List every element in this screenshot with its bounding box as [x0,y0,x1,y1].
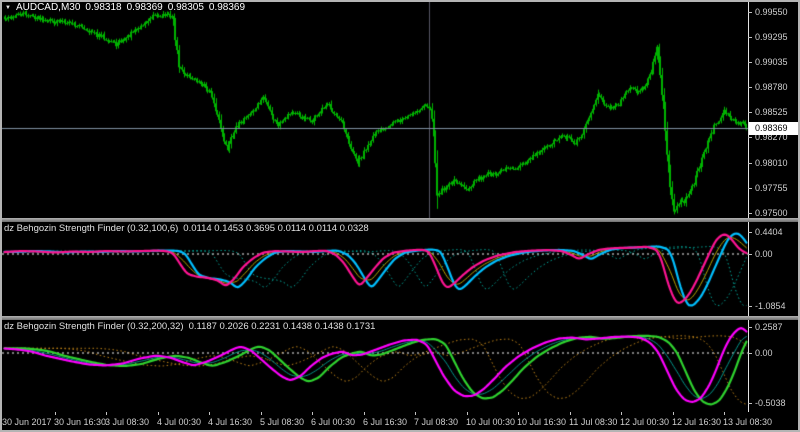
panel-splitter-2[interactable] [0,316,800,320]
axis-price-label: 0.2587 [755,322,783,332]
main-price-chart[interactable] [2,2,748,218]
ohlc-close: 0.98369 [208,2,246,13]
axis-price-label: -0.5038 [755,398,786,408]
axis-tick-mark [748,163,752,164]
axis-price-label: 0.97500 [755,208,788,218]
mt4-chart-window: ▼ AUDCAD,M30 0.98318 0.98369 0.98305 0.9… [0,0,800,432]
frame-left [0,0,2,432]
axis-tick-mark [748,403,752,404]
axis-price-label: 0.97755 [755,183,788,193]
time-tick-mark [724,412,725,415]
axis-tick-mark [748,213,752,214]
chart-ohlc-header: ▼ AUDCAD,M30 0.98318 0.98369 0.98305 0.9… [5,2,245,13]
time-tick-mark [467,412,468,415]
time-tick-mark [106,412,107,415]
indicator2-header: dz Behgozin Strength Finder (0.32,200,32… [4,321,375,332]
axis-tick-mark [748,232,752,233]
axis-tick-mark [748,327,752,328]
time-axis-label: 5 Jul 08:30 [260,417,305,427]
time-tick-mark [518,412,519,415]
time-axis-label: 30 Jun 16:30 [54,417,107,427]
time-axis-label: 12 Jul 00:30 [620,417,670,427]
axis-tick-mark [748,87,752,88]
axis-price-label: 0.99295 [755,32,788,42]
time-tick-mark [312,412,313,415]
time-axis-label: 6 Jul 00:30 [311,417,356,427]
axis-tick-mark [748,353,752,354]
symbol-dropdown-icon[interactable]: ▼ [5,3,11,13]
ohlc-high: 0.98369 [126,2,163,13]
time-tick-mark [55,412,56,415]
indicator1-header: dz Behgozin Strength Finder (0.32,100,6)… [4,223,369,234]
axis-price-label: 0.98780 [755,82,788,92]
current-price-tag: 0.98369 [749,122,798,135]
time-axis-label: 12 Jul 16:30 [672,417,722,427]
time-axis[interactable]: 30 Jun 2017 30 Jun 16:30 3 Jul 08:30 4 Jul … [0,412,800,430]
axis-tick-mark [748,306,752,307]
axis-price-label: 0.00 [755,249,773,259]
time-tick-mark [209,412,210,415]
panel-splitter-1[interactable] [0,218,800,222]
time-axis-label: 3 Jul 08:30 [105,417,150,427]
time-axis-label: 13 Jul 08:30 [723,417,773,427]
time-tick-mark [621,412,622,415]
time-tick-mark [158,412,159,415]
indicator2-chart[interactable] [2,320,748,412]
axis-price-label: 0.98525 [755,107,788,117]
ohlc-low: 0.98305 [167,2,204,13]
axis-tick-mark [748,37,752,38]
frame-top [0,0,800,2]
axis-price-label: 0.4404 [755,227,783,237]
indicator1-values: 0.0114 0.1453 0.3695 0.0114 0.0114 0.032… [183,223,369,234]
axis-price-label: 0.98010 [755,158,788,168]
time-axis-label: 10 Jul 16:30 [517,417,567,427]
symbol-timeframe-label: AUDCAD,M30 [15,2,81,13]
axis-price-label: 0.99035 [755,57,788,67]
axis-tick-mark [748,62,752,63]
indicator1-name: dz Behgozin Strength Finder (0.32,100,6) [4,223,179,234]
axis-tick-mark [748,188,752,189]
axis-tick-mark [748,137,752,138]
time-axis-label: 10 Jul 00:30 [466,417,516,427]
indicator2-values: 0.1187 0.2026 0.2231 0.1438 0.1438 0.173… [188,321,376,332]
price-axis[interactable]: 0.99550 0.99295 0.99035 0.98780 0.98525 0.982… [748,2,800,218]
time-tick-mark [415,412,416,415]
axis-tick-mark [748,12,752,13]
time-axis-label: 7 Jul 08:30 [414,417,459,427]
axis-tick-mark [748,254,752,255]
time-axis-label: 11 Jul 08:30 [569,417,618,427]
time-tick-mark [570,412,571,415]
time-axis-label: 4 Jul 00:30 [157,417,202,427]
indicator2-axis[interactable]: 0.2587 0.00 -0.5038 [748,320,800,412]
ohlc-open: 0.98318 [85,2,122,13]
time-tick-mark [673,412,674,415]
indicator1-axis[interactable]: 0.4404 0.00 -1.0854 [748,222,800,316]
time-tick-mark [261,412,262,415]
indicator2-name: dz Behgozin Strength Finder (0.32,200,32… [4,321,184,332]
axis-price-label: 0.99550 [755,7,788,17]
time-axis-label: 4 Jul 16:30 [208,417,253,427]
time-tick-mark [364,412,365,415]
axis-tick-mark [748,112,752,113]
time-axis-label: 30 Jun 2017 [2,417,52,427]
axis-price-label: -1.0854 [755,301,786,311]
indicator1-chart[interactable] [2,222,748,316]
time-axis-label: 6 Jul 16:30 [363,417,408,427]
axis-price-label: 0.00 [755,348,773,358]
